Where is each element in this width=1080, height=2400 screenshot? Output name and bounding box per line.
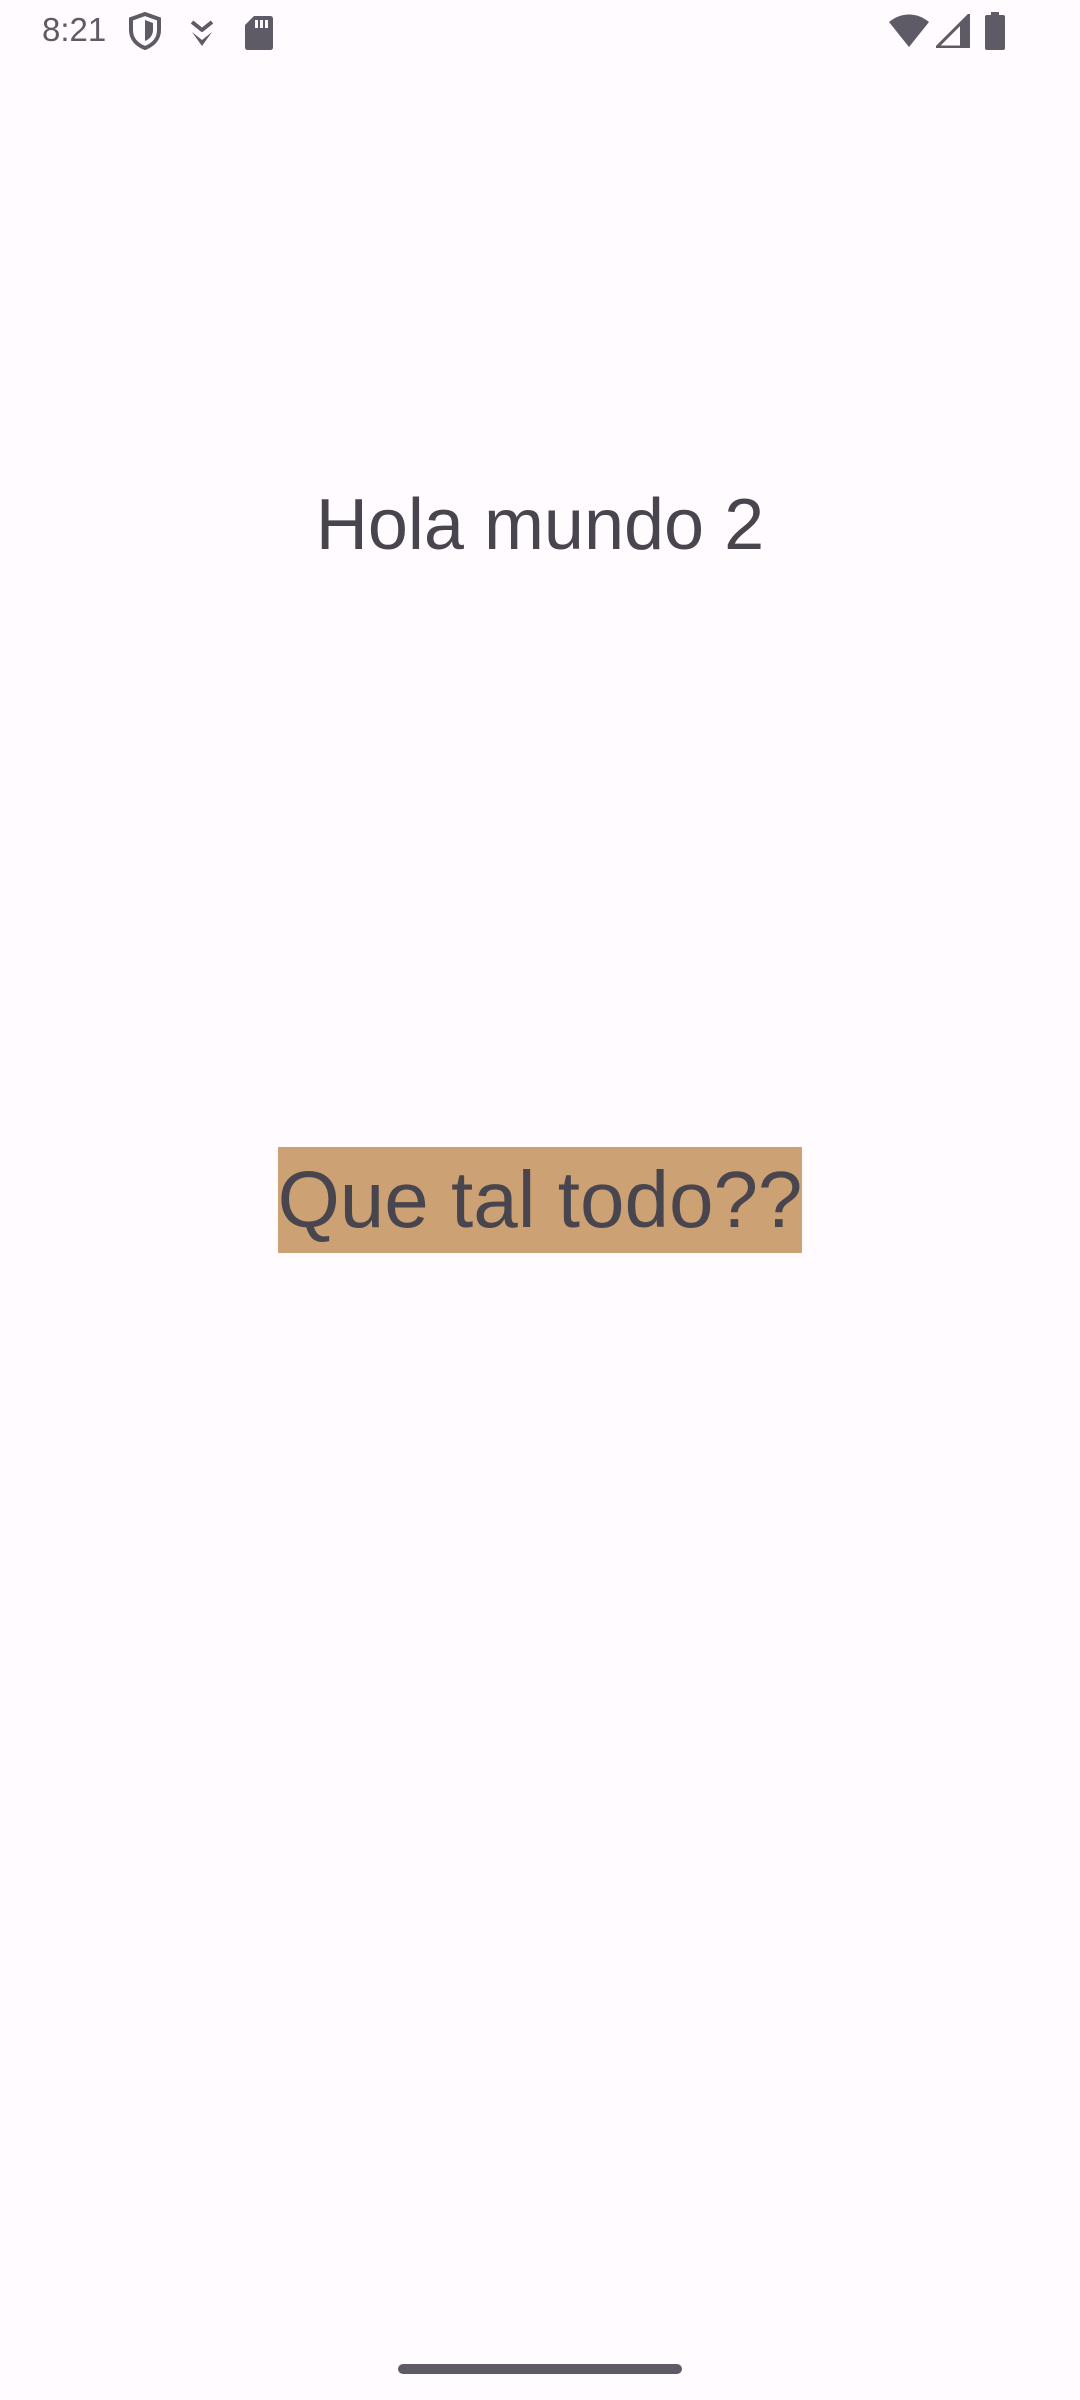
navigation-gesture-handle[interactable] [398,2364,682,2374]
heading-text: Hola mundo 2 [315,485,765,565]
battery-icon [984,12,1006,50]
highlighted-question-text: Que tal todo?? [277,1147,803,1253]
shield-icon [128,12,162,50]
status-time: 8:21 [42,11,107,48]
highlight-container: Que tal todo?? [0,1147,1080,1253]
status-bar: 8:21 [0,0,1080,64]
signal-icon [936,14,970,48]
wifi-icon [888,14,930,48]
sd-card-icon [244,14,274,50]
download-icon [188,16,216,48]
